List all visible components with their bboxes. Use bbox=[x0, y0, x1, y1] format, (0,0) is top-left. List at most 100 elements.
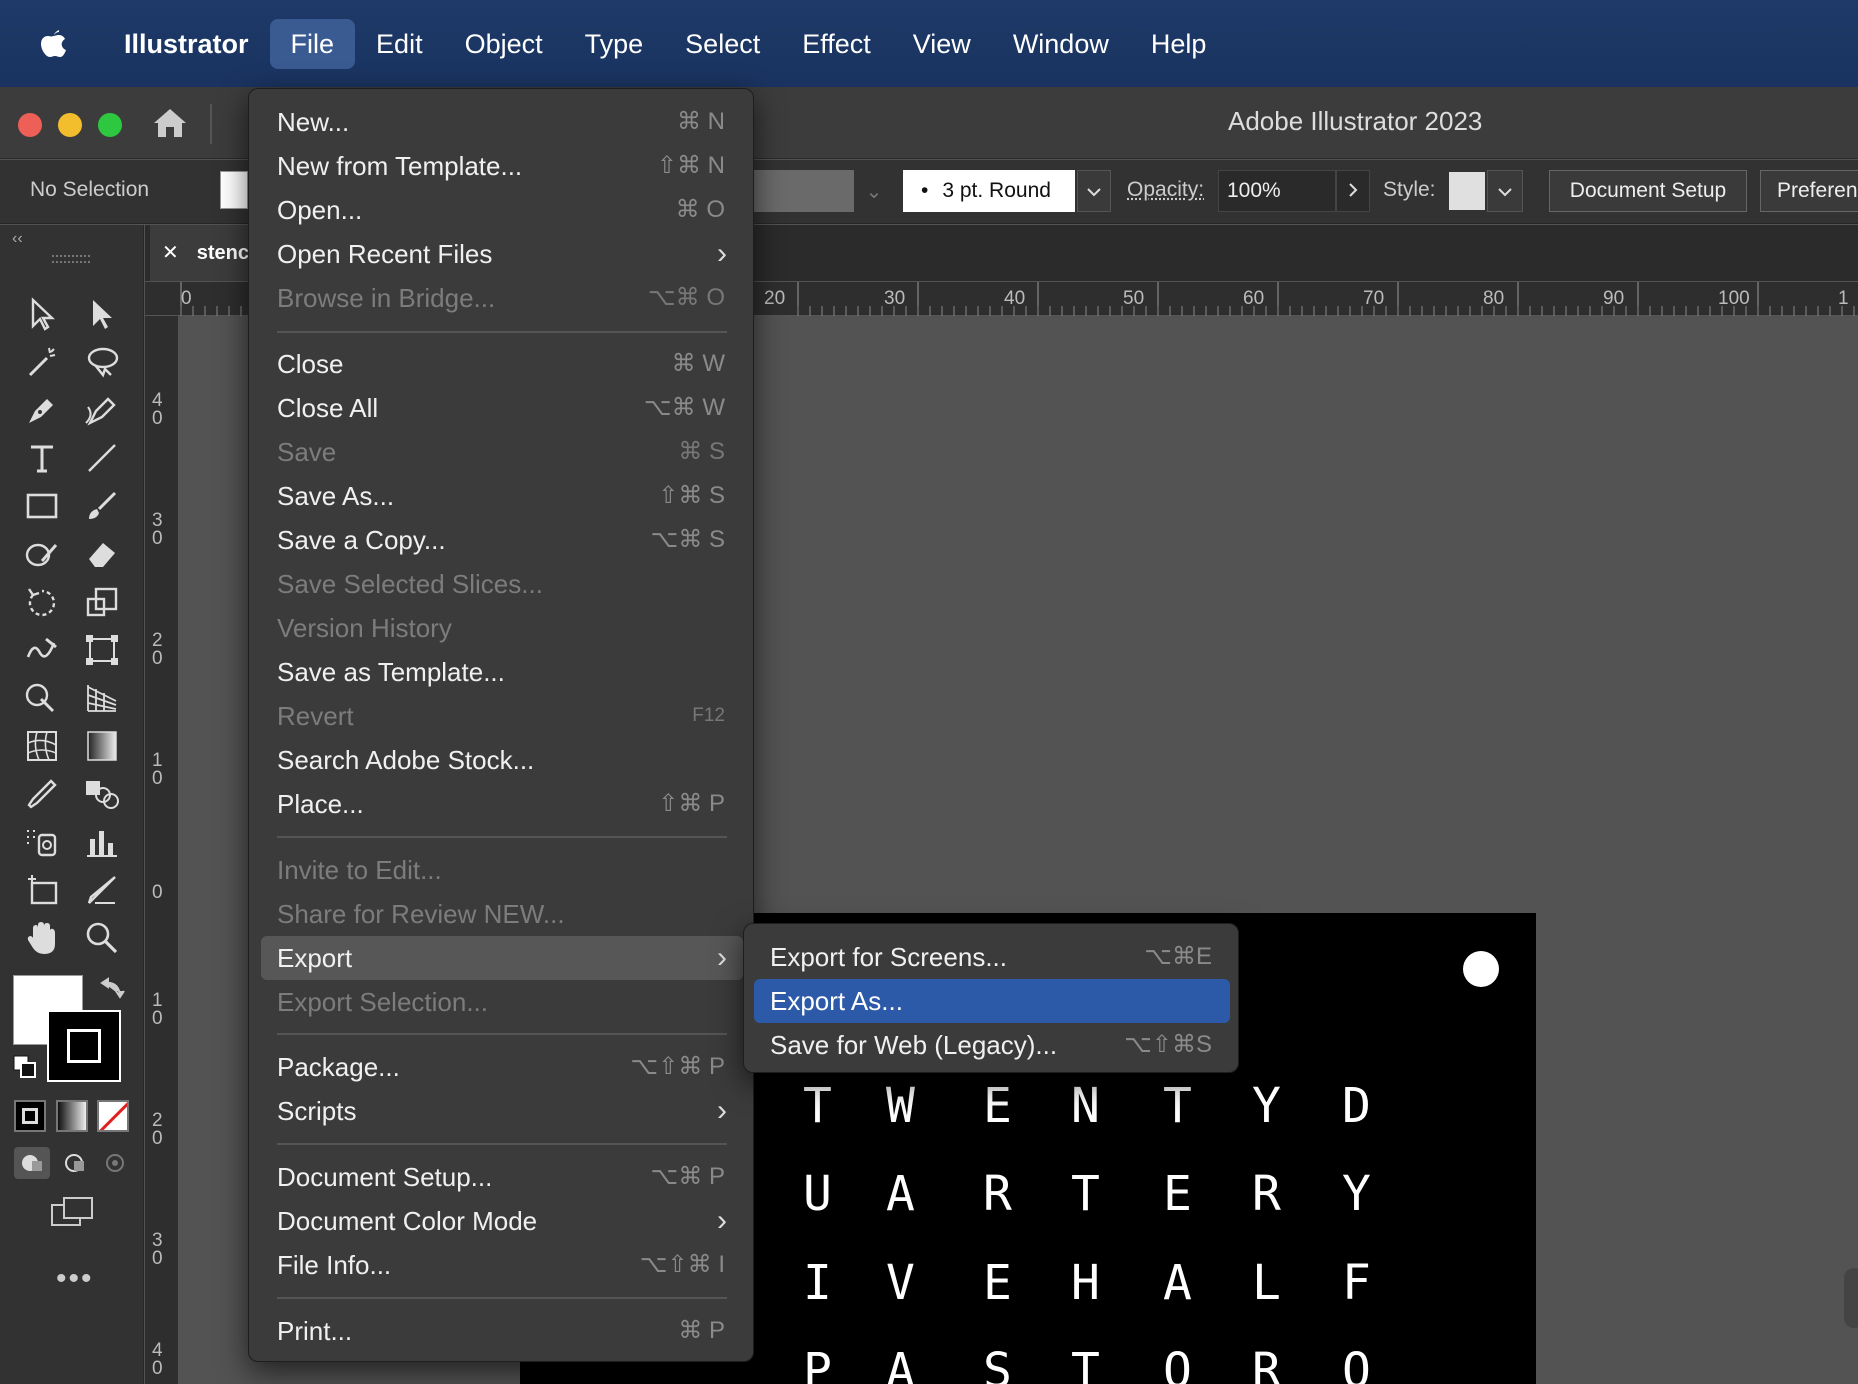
curvature-tool-icon[interactable] bbox=[80, 388, 124, 432]
eyedropper-tool-icon[interactable] bbox=[20, 772, 64, 816]
menu-separator bbox=[277, 331, 727, 333]
menu-item-print[interactable]: Print... ⌘ P bbox=[261, 1309, 743, 1353]
more-tools-icon[interactable]: ••• bbox=[56, 1262, 94, 1296]
collapse-panel-icon[interactable]: ‹‹ bbox=[12, 230, 23, 248]
document-setup-button[interactable]: Document Setup bbox=[1549, 170, 1747, 212]
vertical-ruler[interactable]: 4 0 3 0 2 0 1 0 0 1 0 2 0 3 0 4 0 bbox=[145, 316, 179, 1384]
panel-grip[interactable] bbox=[52, 255, 90, 263]
blend-tool-icon[interactable] bbox=[80, 772, 124, 816]
menu-item-search-adobe-stock[interactable]: Search Adobe Stock... bbox=[261, 738, 743, 782]
menu-item-place[interactable]: Place... ⇧⌘ P bbox=[261, 782, 743, 826]
minimize-window-button[interactable] bbox=[58, 113, 82, 137]
none-mode-icon[interactable] bbox=[97, 1100, 129, 1132]
menu-file[interactable]: File bbox=[269, 18, 356, 69]
menu-object[interactable]: Object bbox=[444, 19, 564, 69]
brush-dropdown-button[interactable] bbox=[1077, 170, 1111, 212]
menu-item-export[interactable]: Export › bbox=[261, 936, 743, 980]
zoom-tool-icon[interactable] bbox=[80, 916, 124, 960]
scale-tool-icon[interactable] bbox=[80, 580, 124, 624]
warp-tool-icon[interactable] bbox=[20, 628, 64, 672]
fill-swatch[interactable] bbox=[220, 171, 248, 209]
opacity-expand-button[interactable] bbox=[1336, 170, 1370, 212]
menu-item-close-all[interactable]: Close All ⌥⌘ W bbox=[261, 386, 743, 430]
color-mode-icon[interactable] bbox=[14, 1100, 46, 1132]
apple-icon[interactable] bbox=[0, 28, 105, 60]
divider bbox=[210, 104, 212, 144]
line-segment-tool-icon[interactable] bbox=[80, 436, 124, 480]
draw-behind-icon[interactable] bbox=[56, 1147, 92, 1184]
brush-definition-select[interactable]: • 3 pt. Round bbox=[903, 170, 1075, 212]
menu-item-save-as-template[interactable]: Save as Template... bbox=[261, 650, 743, 694]
shape-builder-tool-icon[interactable] bbox=[20, 676, 64, 720]
menu-separator bbox=[277, 1297, 727, 1299]
slice-tool-icon[interactable] bbox=[80, 868, 124, 912]
artboard-letter: R bbox=[983, 1166, 1012, 1222]
brush-dot-icon: • bbox=[921, 179, 929, 202]
hand-tool-icon[interactable] bbox=[20, 916, 64, 960]
canvas-scrollbar[interactable] bbox=[1844, 1268, 1858, 1328]
menu-item-close[interactable]: Close ⌘ W bbox=[261, 342, 743, 386]
eraser-tool-icon[interactable] bbox=[80, 532, 124, 576]
symbol-sprayer-tool-icon[interactable] bbox=[20, 820, 64, 864]
column-graph-tool-icon[interactable] bbox=[80, 820, 124, 864]
rectangle-tool-icon[interactable] bbox=[20, 484, 64, 528]
menu-item-document-setup[interactable]: Document Setup... ⌥⌘ P bbox=[261, 1155, 743, 1199]
gradient-tool-icon[interactable] bbox=[80, 724, 124, 768]
menu-item-document-color-mode[interactable]: Document Color Mode › bbox=[261, 1199, 743, 1243]
menu-item-save-a-copy[interactable]: Save a Copy... ⌥⌘ S bbox=[261, 518, 743, 562]
menu-item-package[interactable]: Package... ⌥⇧⌘ P bbox=[261, 1045, 743, 1089]
menu-item-save-for-web[interactable]: Save for Web (Legacy)... ⌥⇧⌘S bbox=[754, 1023, 1230, 1067]
close-window-button[interactable] bbox=[18, 113, 42, 137]
style-dropdown-button[interactable] bbox=[1487, 170, 1523, 212]
selection-tool-icon[interactable] bbox=[20, 292, 64, 336]
close-tab-icon[interactable]: ✕ bbox=[162, 242, 179, 264]
gradient-mode-icon[interactable] bbox=[56, 1100, 88, 1132]
menu-app-name[interactable]: Illustrator bbox=[103, 19, 270, 69]
menu-item-open[interactable]: Open... ⌘ O bbox=[261, 188, 743, 232]
paintbrush-tool-icon[interactable] bbox=[80, 484, 124, 528]
free-transform-tool-icon[interactable] bbox=[80, 628, 124, 672]
artboard-letter: O bbox=[1163, 1343, 1192, 1384]
graphic-style-swatch[interactable] bbox=[1449, 172, 1485, 210]
home-icon[interactable] bbox=[150, 105, 190, 146]
rotate-tool-icon[interactable] bbox=[20, 580, 64, 624]
menu-item-export-as[interactable]: Export As... bbox=[754, 979, 1230, 1023]
menu-item-new-from-template[interactable]: New from Template... ⇧⌘ N bbox=[261, 144, 743, 188]
artboard-tool-icon[interactable] bbox=[20, 868, 64, 912]
menu-item-new[interactable]: New... ⌘ N bbox=[261, 100, 743, 144]
menu-type[interactable]: Type bbox=[564, 19, 665, 69]
type-tool-icon[interactable] bbox=[20, 436, 64, 480]
pen-tool-icon[interactable] bbox=[20, 388, 64, 432]
magic-wand-tool-icon[interactable] bbox=[20, 340, 64, 384]
menu-view[interactable]: View bbox=[892, 19, 992, 69]
shaper-tool-icon[interactable] bbox=[20, 532, 64, 576]
draw-inside-icon[interactable] bbox=[97, 1147, 133, 1184]
menu-help[interactable]: Help bbox=[1130, 19, 1228, 69]
chevron-down-icon[interactable]: ⌄ bbox=[858, 172, 890, 212]
menu-item-open-recent[interactable]: Open Recent Files › bbox=[261, 232, 743, 276]
menu-effect[interactable]: Effect bbox=[781, 19, 892, 69]
menu-select[interactable]: Select bbox=[664, 19, 781, 69]
menu-item-scripts[interactable]: Scripts › bbox=[261, 1089, 743, 1133]
direct-selection-tool-icon[interactable] bbox=[80, 292, 124, 336]
menu-edit[interactable]: Edit bbox=[355, 19, 444, 69]
opacity-label[interactable]: Opacity: bbox=[1127, 178, 1204, 202]
menu-item-export-for-screens[interactable]: Export for Screens... ⌥⌘E bbox=[754, 935, 1230, 979]
menu-window[interactable]: Window bbox=[992, 19, 1130, 69]
menu-item-file-info[interactable]: File Info... ⌥⇧⌘ I bbox=[261, 1243, 743, 1287]
lasso-tool-icon[interactable] bbox=[80, 340, 124, 384]
stroke-weight-field[interactable] bbox=[750, 170, 854, 212]
mesh-tool-icon[interactable] bbox=[20, 724, 64, 768]
document-tab[interactable]: ✕ stenc bbox=[150, 225, 250, 281]
draw-normal-icon[interactable] bbox=[14, 1147, 50, 1179]
menu-item-label: Document Setup... bbox=[277, 1162, 493, 1192]
perspective-grid-tool-icon[interactable] bbox=[80, 676, 124, 720]
zoom-window-button[interactable] bbox=[98, 113, 122, 137]
default-fill-stroke-icon[interactable] bbox=[13, 1055, 37, 1084]
preferences-button[interactable]: Preferen bbox=[1760, 170, 1858, 212]
menu-item-save-as[interactable]: Save As... ⇧⌘ S bbox=[261, 474, 743, 518]
opacity-input[interactable]: 100% bbox=[1218, 170, 1336, 212]
swap-fill-stroke-icon[interactable] bbox=[100, 975, 126, 1006]
menu-separator bbox=[277, 836, 727, 838]
screen-mode-icon[interactable] bbox=[48, 1195, 96, 1234]
